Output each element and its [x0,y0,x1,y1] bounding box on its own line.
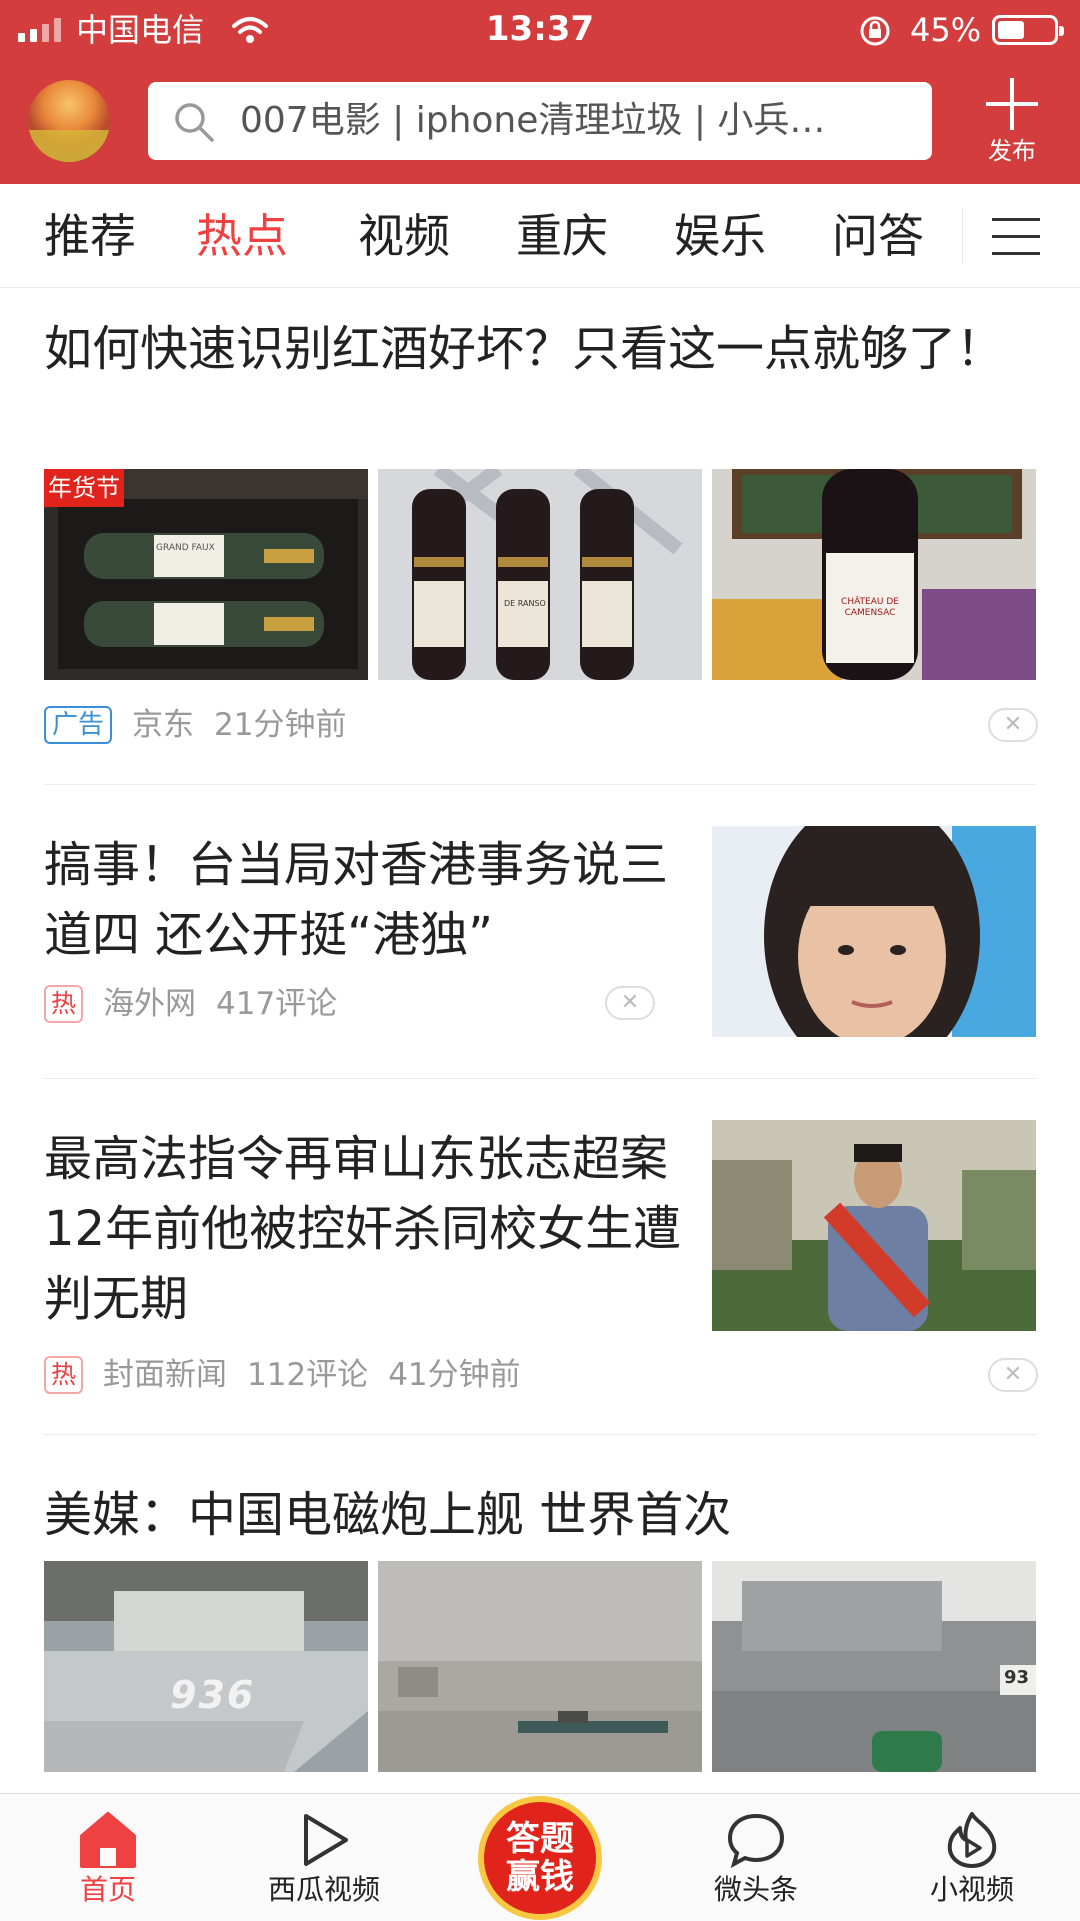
nav-label: 微头条 [713,1873,798,1906]
quiz-label: 答题 赢钱 [506,1819,574,1897]
status-bar: 中国电信 13:37 45% [0,0,1080,60]
article-title[interactable]: 美媒：中国电磁炮上舰 世界首次 [44,1480,1036,1550]
article-image[interactable]: 936 [44,1561,368,1772]
app-header: 中国电信 13:37 45% 007电影 | iphone清理垃圾 | 小兵… … [0,0,1080,184]
hull-number: 936 [170,1673,256,1717]
search-icon [175,103,214,142]
article-image[interactable] [712,826,1036,1037]
channel-menu-icon[interactable] [992,218,1040,256]
user-avatar[interactable] [28,80,110,162]
feed-divider [44,1078,1036,1079]
tab-chongqing[interactable]: 重庆 [516,206,608,266]
hot-tag: 热 [44,1356,84,1394]
article-source[interactable]: 封面新闻 [103,1355,227,1395]
publish-button[interactable]: 发布 [972,78,1052,168]
search-placeholder: 007电影 | iphone清理垃圾 | 小兵… [240,100,826,141]
article-source[interactable]: 京东 [132,705,194,745]
battery-percent: 45% [910,11,982,49]
nav-label: 首页 [79,1873,136,1906]
article-image[interactable]: CHÂTEAU DE CAMENSAC [712,469,1036,680]
dislike-close-button[interactable]: ✕ [988,1358,1038,1392]
nav-label: 西瓜视频 [267,1873,380,1906]
article-meta: 热 封面新闻 112评论 41分钟前 [44,1355,521,1395]
nav-label: 小视频 [929,1873,1014,1906]
nav-home[interactable]: 首页 [0,1794,216,1921]
bottle-label-text: GRAND FAUX [156,543,215,553]
tab-qa[interactable]: 问答 [832,206,924,266]
publish-label: 发布 [988,137,1036,165]
article-time: 41分钟前 [388,1357,521,1393]
tab-entertainment[interactable]: 娱乐 [674,206,766,266]
feed-divider [44,1434,1036,1435]
tabs-divider [962,208,963,264]
article-source[interactable]: 海外网 [103,984,196,1024]
nav-short-video[interactable]: 小视频 [864,1794,1080,1921]
article-meta: 广告 京东 21分钟前 [44,705,346,745]
home-icon [80,1812,136,1868]
tab-hot[interactable]: 热点 [196,206,288,266]
article-comments: 417评论 [216,986,338,1022]
tab-video[interactable]: 视频 [358,206,450,266]
nav-xigua-video[interactable]: 西瓜视频 [216,1794,432,1921]
search-input[interactable]: 007电影 | iphone清理垃圾 | 小兵… [148,82,932,160]
dislike-close-button[interactable]: ✕ [988,708,1038,742]
channel-tabs: 推荐 热点 视频 重庆 娱乐 问答 [0,184,1080,288]
play-icon [304,1814,348,1866]
nav-micro-headline[interactable]: 微头条 [648,1794,864,1921]
rotation-lock-icon [860,16,890,46]
short-video-icon [947,1812,997,1868]
hull-number: 93 [1004,1667,1030,1688]
article-meta: 热 海外网 417评论 [44,984,337,1024]
article-image[interactable] [378,1561,702,1772]
article-title[interactable]: 最高法指令再审山东张志超案 12年前他被控奸杀同校女生遭判无期 [44,1124,684,1334]
article-image[interactable]: 年货节 GRAND FAUX [44,469,368,680]
quiz-earn-button[interactable]: 答题 赢钱 [478,1796,602,1920]
bottle-label-text: CHÂTEAU DE CAMENSAC [841,597,899,618]
article-image[interactable] [712,1120,1036,1331]
article-title[interactable]: 如何快速识别红酒好坏？只看这一点就够了！ [44,314,1036,384]
ad-tag: 广告 [44,706,113,744]
dislike-close-button[interactable]: ✕ [605,986,655,1020]
promo-badge: 年货节 [44,469,124,507]
hot-tag: 热 [44,985,84,1023]
article-title[interactable]: 搞事！台当局对香港事务说三道四 还公开挺“港独” [44,830,684,970]
feed-divider [44,784,1036,785]
article-image[interactable]: 93 [712,1561,1036,1772]
article-image[interactable]: DE RANSO [378,469,702,680]
article-comments: 112评论 [247,1357,369,1393]
article-time: 21分钟前 [214,707,347,743]
bottle-label-text: DE RANSO [504,599,546,608]
battery-icon [992,15,1064,45]
chat-bubble-icon [727,1813,785,1869]
plus-icon [986,78,1038,130]
tab-recommend[interactable]: 推荐 [44,206,136,266]
